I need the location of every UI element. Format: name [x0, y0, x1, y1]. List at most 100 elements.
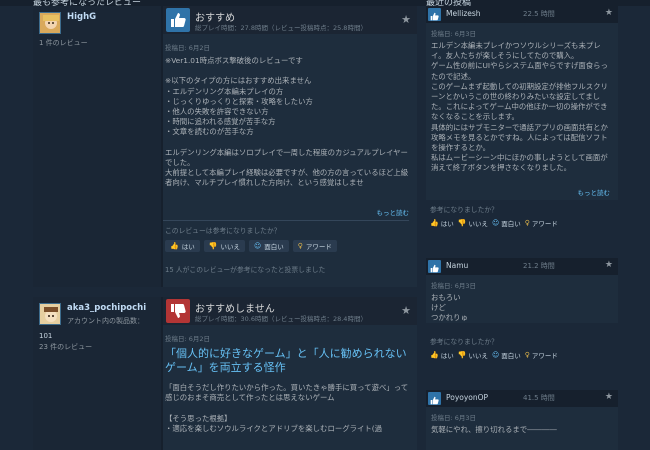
recent-post-text: おもろい けど つかれりゅ [431, 293, 468, 323]
award-button[interactable]: ♀ アワード [525, 218, 558, 228]
vote-buttons: 👍 はい 👎 いいえ ☺ 面白い ♀ アワード [430, 218, 618, 228]
review-card: aka3_pochipochi アカウント内の製品数： 101 23 件のレビュ… [33, 297, 417, 450]
award-label: アワード [531, 352, 558, 360]
helpful-no-label: いいえ [468, 352, 488, 360]
vote-buttons: 👍 はい 👎 いいえ ☺ 面白い ♀ アワード [430, 350, 618, 360]
thumbs-down-icon [166, 299, 190, 323]
smile-icon: ☺ [491, 219, 500, 227]
award-label: アワード [531, 220, 558, 228]
funny-label: 面白い [501, 352, 521, 360]
helpful-count: 15 人がこのレビューが参考になったと投票しました [165, 266, 326, 274]
recent-post-author[interactable]: Mellizesh [446, 9, 481, 18]
review-text: ※Ver1.01時点ボス撃破後のレビューです ※以下のタイプの方にはおすすめ出来… [165, 56, 409, 188]
star-icon[interactable]: ★ [605, 260, 613, 270]
review-author-products[interactable]: 101 [39, 332, 155, 340]
helpful-no-label: いいえ [468, 220, 488, 228]
divider [163, 220, 409, 221]
smile-icon: ☺ [491, 351, 500, 359]
recent-post-card: Mellizesh 22.5 時間 ★ 投稿日: 6月3日 エルデン本編未プレイ… [426, 6, 618, 200]
thumbs-up-icon: 👍 [170, 242, 179, 250]
thumbs-up-icon [428, 392, 441, 405]
star-icon[interactable]: ★ [605, 392, 613, 402]
review-text: 「面白そうだし作りたいから作った。買いたきゃ勝手に買って遊べ」って感じのおまそ商… [165, 383, 409, 433]
text-fade [163, 184, 417, 200]
thumbs-up-icon [428, 260, 441, 273]
avatar[interactable] [39, 12, 61, 34]
thumbs-down-icon: 👎 [208, 242, 218, 250]
vote-buttons: 👍 はい 👎 いいえ ☺ 面白い ♀ アワード [165, 240, 337, 252]
recent-post-date: 投稿日: 6月3日 [431, 282, 477, 290]
recent-post-author[interactable]: PoyoyonOP [446, 393, 488, 402]
award-button[interactable]: ♀ アワード [525, 350, 558, 360]
helpful-no-button[interactable]: 👎 いいえ [203, 240, 245, 252]
recent-post-hours: 41.5 時間 [523, 394, 555, 402]
review-posted-date: 投稿日: 6月2日 [165, 44, 211, 52]
recent-post-text: 気軽にやれ、擦り切れるまで―――― [431, 425, 557, 434]
review-author-name[interactable]: HighG [67, 12, 96, 22]
review-author-count[interactable]: 23 件のレビュー [39, 342, 155, 352]
recent-post-text: エルデン本編未プレイかつソウルシリーズも未プレイ。友人たちが楽しそうにしてたので… [431, 41, 608, 173]
funny-button[interactable]: ☺ 面白い [248, 240, 289, 252]
recent-post-header: Mellizesh 22.5 時間 ★ [426, 6, 618, 23]
award-icon: ♀ [524, 351, 530, 359]
helpful-question: 参考になりましたか？ [430, 338, 498, 346]
review-body: おすすめしません 総プレイ時間：30.6時間（レビュー投稿時点：28.4時間） … [163, 297, 417, 450]
helpful-no-label: いいえ [220, 243, 240, 251]
helpful-yes-button[interactable]: 👍 はい [165, 240, 200, 252]
recent-post-header: PoyoyonOP 41.5 時間 ★ [426, 390, 618, 407]
recent-post-feedback: 参考になりましたか？ 👍 はい 👎 いいえ ☺ 面白い ♀ アワード [426, 336, 618, 360]
funny-button[interactable]: ☺ 面白い [492, 218, 521, 228]
review-author-panel: aka3_pochipochi アカウント内の製品数： 101 23 件のレビュ… [33, 297, 161, 450]
recent-post-card: PoyoyonOP 41.5 時間 ★ 投稿日: 6月3日 気軽にやれ、擦り切れ… [426, 390, 618, 450]
recent-post-feedback: 参考になりましたか？ 👍 はい 👎 いいえ ☺ 面白い ♀ アワード [426, 204, 618, 228]
thumbs-up-icon: 👍 [430, 219, 439, 227]
star-icon[interactable]: ★ [605, 8, 613, 18]
read-more-link[interactable]: もっと読む [578, 187, 611, 197]
thumbs-up-icon [428, 8, 441, 21]
star-icon[interactable]: ★ [401, 13, 411, 26]
helpful-yes-button[interactable]: 👍 はい [430, 350, 454, 360]
review-author-count[interactable]: 1 件のレビュー [39, 38, 155, 48]
funny-label: 面白い [501, 220, 521, 228]
helpful-no-button[interactable]: 👎 いいえ [458, 218, 488, 228]
vote-header: おすすめ 総プレイ時間：27.8時間（レビュー投稿時点：25.8時間） ★ [163, 6, 417, 34]
review-headline: 「個人的に好きなゲーム」と「人に勧められないゲーム」を両立する怪作 [165, 347, 407, 374]
helpful-yes-label: はい [440, 352, 454, 360]
helpful-yes-label: はい [440, 220, 454, 228]
thumbs-up-icon: 👍 [430, 351, 439, 359]
avatar[interactable] [39, 303, 61, 325]
thumbs-up-icon [166, 8, 190, 32]
review-author-panel: HighG 1 件のレビュー [33, 6, 161, 287]
helpful-yes-label: はい [181, 243, 195, 251]
recent-post-header: Namu 21.2 時間 ★ [426, 258, 618, 275]
review-body: おすすめ 総プレイ時間：27.8時間（レビュー投稿時点：25.8時間） ★ 投稿… [163, 6, 417, 287]
funny-label: 面白い [264, 243, 284, 251]
recent-post-date: 投稿日: 6月3日 [431, 30, 477, 38]
smile-icon: ☺ [253, 242, 262, 250]
vote-header: おすすめしません 総プレイ時間：30.6時間（レビュー投稿時点：28.4時間） … [163, 297, 417, 325]
review-hours: 総プレイ時間：30.6時間（レビュー投稿時点：28.4時間） [195, 315, 367, 323]
recent-post-hours: 21.2 時間 [523, 262, 555, 270]
review-card: HighG 1 件のレビュー おすすめ 総プレイ時間：27.8時間（レビュー投稿… [33, 6, 417, 287]
award-icon: ♀ [524, 219, 530, 227]
star-icon[interactable]: ★ [401, 304, 411, 317]
recent-post-date: 投稿日: 6月3日 [431, 414, 477, 422]
thumbs-down-icon: 👎 [457, 219, 467, 227]
review-author-name[interactable]: aka3_pochipochi [67, 303, 146, 313]
review-posted-date: 投稿日: 6月2日 [165, 335, 211, 343]
helpful-question: このレビューは参考になりましたか？ [165, 227, 281, 235]
award-button[interactable]: ♀ アワード [292, 240, 337, 252]
funny-button[interactable]: ☺ 面白い [492, 350, 521, 360]
award-label: アワード [305, 243, 332, 251]
award-icon: ♀ [297, 242, 303, 250]
recent-post-author[interactable]: Namu [446, 261, 468, 270]
read-more-link[interactable]: もっと読む [377, 207, 410, 217]
recent-post-hours: 22.5 時間 [523, 10, 555, 18]
review-author-products-label: アカウント内の製品数： [67, 317, 144, 325]
helpful-no-button[interactable]: 👎 いいえ [458, 350, 488, 360]
thumbs-down-icon: 👎 [457, 351, 467, 359]
helpful-question: 参考になりましたか？ [430, 206, 498, 214]
review-hours: 総プレイ時間：27.8時間（レビュー投稿時点：25.8時間） [195, 24, 367, 32]
recent-post-card: Namu 21.2 時間 ★ 投稿日: 6月3日 おもろい けど つかれりゅ [426, 258, 618, 323]
helpful-yes-button[interactable]: 👍 はい [430, 218, 454, 228]
